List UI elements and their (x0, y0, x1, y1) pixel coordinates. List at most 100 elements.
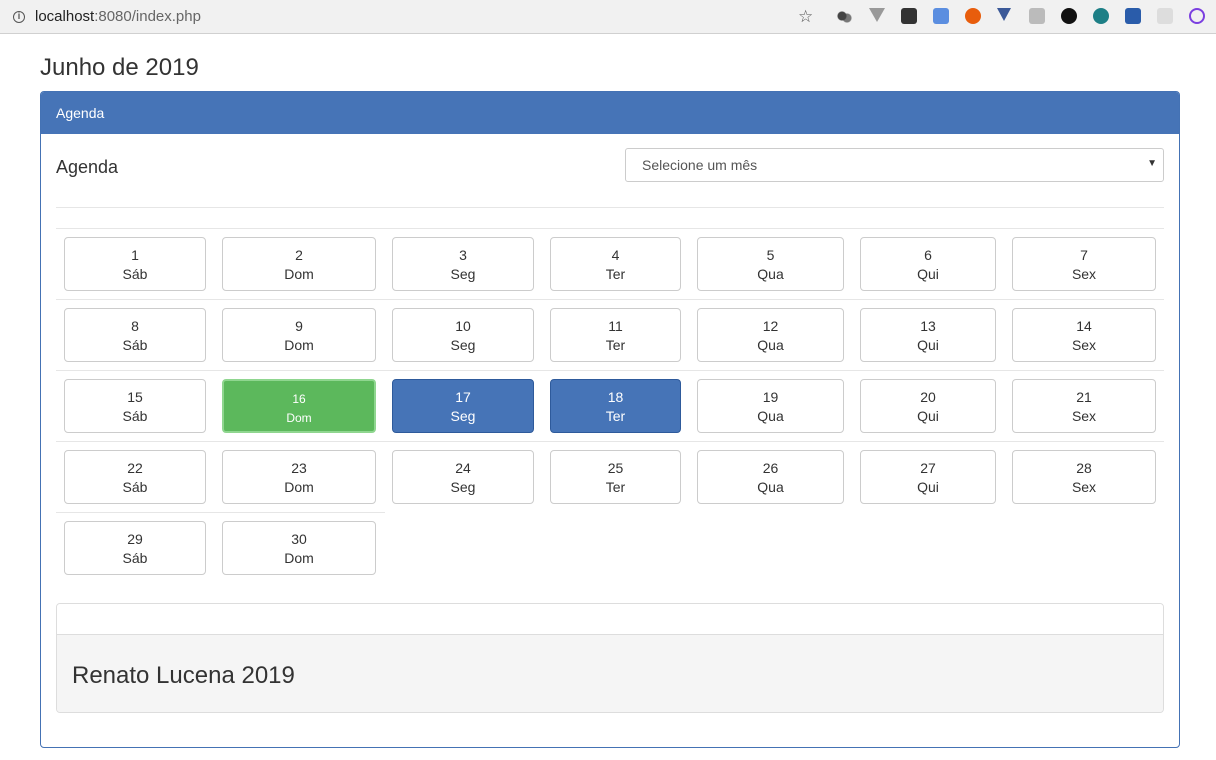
extension-icon-12[interactable] (1189, 8, 1205, 24)
day-button[interactable]: 12 Qua (697, 308, 844, 362)
day-button[interactable]: 15 Sáb (64, 379, 206, 433)
url-path: :8080/index.php (94, 8, 201, 25)
day-weekday: Seg (450, 408, 476, 424)
day-button[interactable]: 22 Sáb (64, 450, 206, 504)
day-button[interactable]: 3 Seg (392, 237, 534, 291)
day-button[interactable]: 10 Seg (392, 308, 534, 362)
url-text[interactable]: localhost:8080/index.php (35, 8, 201, 25)
day-weekday: Qua (757, 479, 784, 495)
month-select[interactable]: Selecione um mês ▼ (625, 148, 1164, 182)
day-weekday: Sáb (122, 550, 148, 566)
footer-well: Renato Lucena 2019 (56, 603, 1164, 713)
chevron-down-icon: ▼ (1147, 158, 1157, 169)
day-number: 24 (455, 460, 471, 476)
day-button[interactable]: 18 Ter (550, 379, 681, 433)
footer-header (57, 604, 1163, 635)
day-number: 4 (611, 247, 620, 263)
panel-heading: Agenda (41, 92, 1179, 134)
day-number: 12 (762, 318, 779, 334)
address-bar[interactable]: i localhost:8080/index.php ☆ (4, 2, 820, 30)
day-button[interactable]: 1 Sáb (64, 237, 206, 291)
day-weekday: Qui (917, 479, 939, 495)
day-button[interactable]: 5 Qua (697, 237, 844, 291)
extension-icon-6[interactable] (997, 8, 1011, 21)
extension-icon-9[interactable] (1093, 8, 1109, 24)
extension-icon-10[interactable] (1125, 8, 1141, 24)
day-button[interactable]: 24 Seg (392, 450, 534, 504)
day-number: 23 (291, 460, 307, 476)
day-weekday: Dom (286, 411, 312, 425)
page-title: Junho de 2019 (40, 54, 199, 81)
day-button[interactable]: 11 Ter (550, 308, 681, 362)
day-number: 10 (455, 318, 471, 334)
agenda-panel: Agenda Agenda Selecione um mês ▼ 1 Sáb 2 Do… (40, 91, 1180, 748)
day-weekday: Qua (757, 408, 784, 424)
rss-icon[interactable] (1157, 8, 1173, 24)
day-weekday: Qui (917, 266, 939, 282)
day-weekday: Ter (605, 408, 626, 424)
day-weekday: Qua (757, 337, 784, 353)
browser-toolbar: i localhost:8080/index.php ☆ (0, 0, 1216, 34)
day-weekday: Seg (450, 266, 476, 282)
day-number: 28 (1076, 460, 1092, 476)
day-number: 3 (459, 247, 467, 263)
extension-icon-1[interactable] (836, 8, 852, 24)
day-number: 21 (1076, 389, 1092, 405)
day-button[interactable]: 4 Ter (550, 237, 681, 291)
day-button[interactable]: 6 Qui (860, 237, 996, 291)
day-button[interactable]: 20 Qui (860, 379, 996, 433)
day-number: 25 (607, 460, 624, 476)
day-number: 7 (1080, 247, 1088, 263)
day-number: 16 (292, 392, 306, 406)
info-icon[interactable]: i (13, 11, 25, 23)
extension-icon-2[interactable] (869, 8, 885, 22)
footer-text: Renato Lucena 2019 (57, 635, 1163, 712)
day-weekday: Dom (284, 337, 314, 353)
day-number: 9 (295, 318, 303, 334)
day-weekday: Dom (284, 550, 314, 566)
day-number: 5 (766, 247, 775, 263)
day-weekday: Ter (605, 479, 626, 495)
row-divider (56, 299, 1164, 300)
day-weekday: Qua (757, 266, 784, 282)
extension-icon-8[interactable] (1061, 8, 1077, 24)
day-weekday: Qui (917, 337, 939, 353)
day-button[interactable]: 26 Qua (697, 450, 844, 504)
day-button[interactable]: 21 Sex (1012, 379, 1156, 433)
day-button[interactable]: 14 Sex (1012, 308, 1156, 362)
day-number: 22 (127, 460, 143, 476)
day-number: 27 (920, 460, 936, 476)
day-button[interactable]: 7 Sex (1012, 237, 1156, 291)
day-button[interactable]: 16 Dom (222, 379, 376, 433)
day-weekday: Sex (1071, 337, 1097, 353)
day-button[interactable]: 29 Sáb (64, 521, 206, 575)
day-weekday: Sáb (122, 408, 148, 424)
day-button[interactable]: 17 Seg (392, 379, 534, 433)
day-number: 6 (924, 247, 932, 263)
bookmark-star-icon[interactable]: ☆ (798, 7, 813, 27)
day-button[interactable]: 8 Sáb (64, 308, 206, 362)
day-number: 30 (291, 531, 307, 547)
extension-icon-3[interactable] (901, 8, 917, 24)
translate-icon[interactable] (933, 8, 949, 24)
day-button[interactable]: 30 Dom (222, 521, 376, 575)
day-number: 1 (131, 247, 139, 263)
day-button[interactable]: 28 Sex (1012, 450, 1156, 504)
day-button[interactable]: 2 Dom (222, 237, 376, 291)
day-button[interactable]: 25 Ter (550, 450, 681, 504)
divider (56, 228, 1164, 229)
day-number: 2 (295, 247, 303, 263)
day-button[interactable]: 13 Qui (860, 308, 996, 362)
day-button[interactable]: 9 Dom (222, 308, 376, 362)
extension-icon-5[interactable] (965, 8, 981, 24)
day-weekday: Sex (1071, 479, 1097, 495)
day-button[interactable]: 19 Qua (697, 379, 844, 433)
divider (56, 207, 1164, 208)
extension-icon-7[interactable] (1029, 8, 1045, 24)
day-weekday: Sáb (122, 479, 148, 495)
day-number: 26 (762, 460, 779, 476)
day-number: 13 (920, 318, 936, 334)
day-number: 18 (607, 389, 624, 405)
day-button[interactable]: 27 Qui (860, 450, 996, 504)
day-button[interactable]: 23 Dom (222, 450, 376, 504)
